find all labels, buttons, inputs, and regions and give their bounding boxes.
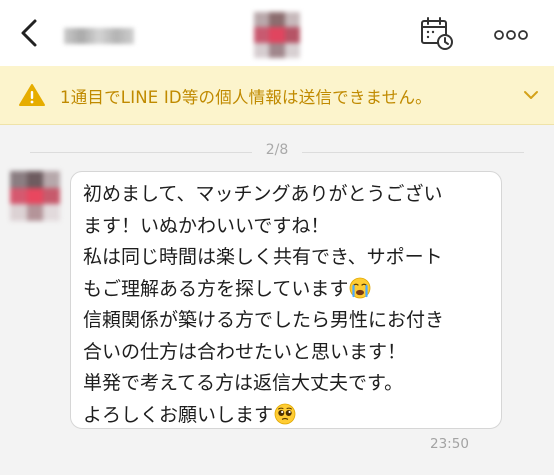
chevron-down-icon[interactable] [520,86,542,104]
warning-triangle-icon [19,84,45,106]
personal-info-warning-banner[interactable]: 1通目でLINE ID等の個人情報は送信できません。 [0,66,554,125]
back-button[interactable] [16,18,42,48]
message-line-with-emoji: よろしくお願いします [83,400,489,432]
message-timestamp: 23:50 [430,436,469,452]
calendar-button[interactable] [419,15,455,51]
message-page-indicator: 2/8 [0,142,554,162]
partner-name-blurred [64,28,134,44]
crying-face-emoji [350,277,371,298]
divider-line [30,152,252,153]
message-line: 初めまして、マッチングありがとうござい [83,183,443,205]
more-options-button[interactable] [494,27,528,41]
chevron-left-icon [21,19,37,47]
message-line-text: もご理解ある方を探しています [83,277,349,300]
partner-avatar[interactable] [254,12,300,58]
message-line: 合いの仕方は合わせたいと思います！ [83,340,407,363]
sender-avatar[interactable] [10,171,60,221]
page-indicator-label: 2/8 [265,142,289,158]
more-horizontal-icon [494,30,528,40]
message-line-text: よろしくお願いします [83,403,274,426]
message-line: ます！いぬかわいいですね！ [83,214,330,237]
chat-screen: 1通目でLINE ID等の個人情報は送信できません。 2/8 初めまして、マッチ… [0,0,554,475]
chat-header [0,0,554,66]
message-line: 私は同じ時間は楽しく共有でき、サポート [83,246,443,268]
message-line: 単発で考えてる方は返信大丈夫です。 [83,372,404,394]
message-line-with-emoji: もご理解ある方を探しています [83,274,489,306]
divider-line [302,152,524,153]
message-line: 信頼関係が築ける方でしたら男性にお付き [83,309,445,331]
calendar-clock-icon [421,17,453,50]
pleading-face-emoji [274,403,296,424]
message-bubble: 初めまして、マッチングありがとうござい ます！いぬかわいいですね！ 私は同じ時間… [70,171,502,429]
warning-text: 1通目でLINE ID等の個人情報は送信できません。 [60,88,432,107]
